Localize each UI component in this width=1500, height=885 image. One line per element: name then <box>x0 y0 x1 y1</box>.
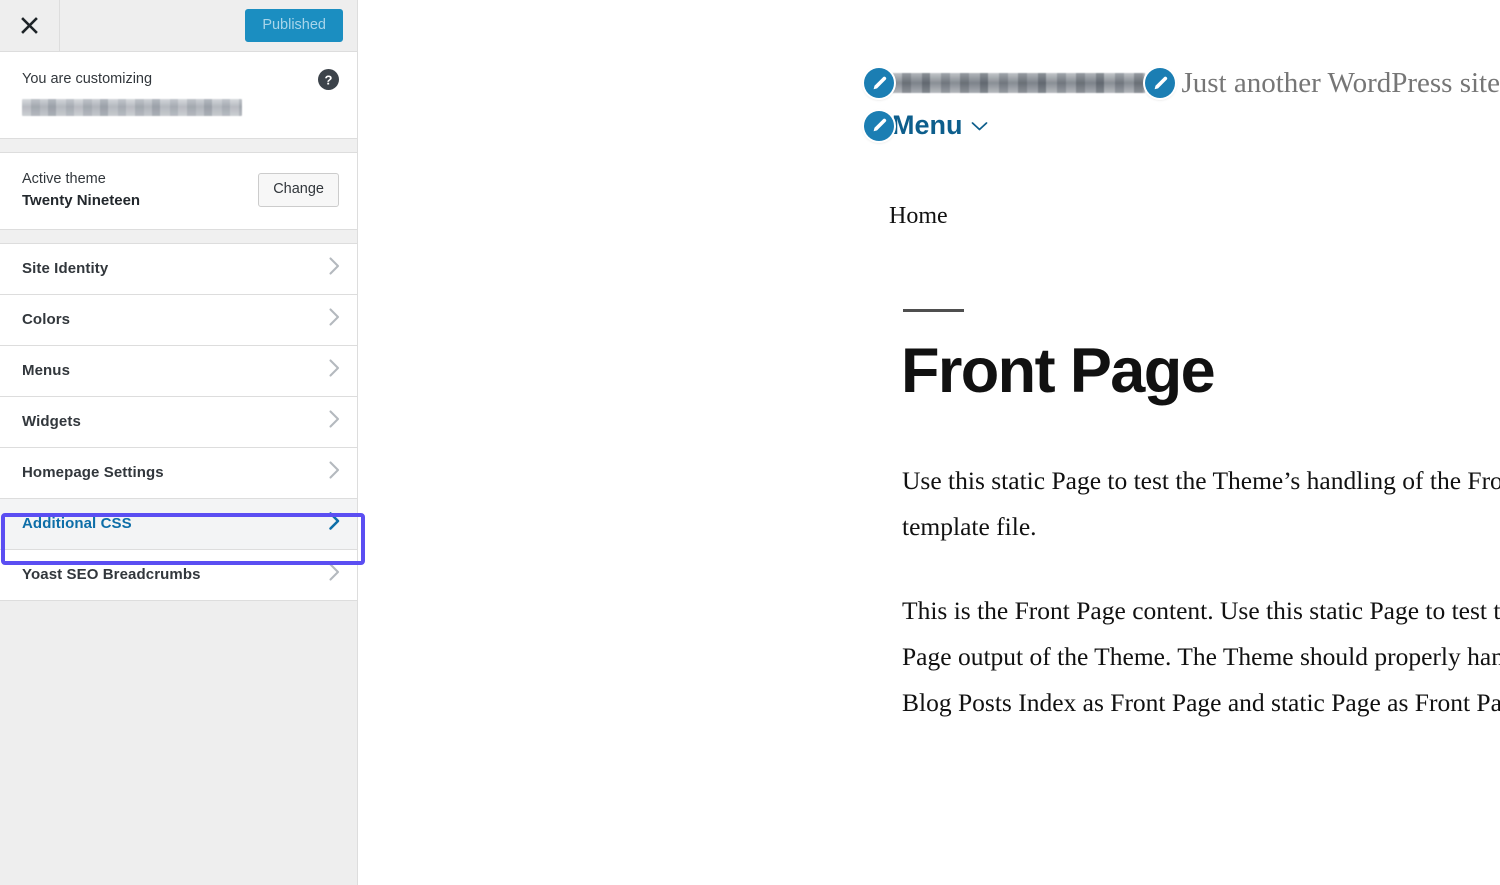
sidebar-item-menus[interactable]: Menus <box>0 346 357 397</box>
chevron-right-icon <box>328 511 341 536</box>
active-theme-section: Active theme Twenty Nineteen Change <box>0 153 357 230</box>
sidebar-item-label: Additional CSS <box>22 515 328 532</box>
entry-content: Use this static Page to test the Theme’s… <box>902 458 1500 726</box>
active-theme-label: Active theme <box>22 169 140 190</box>
sidebar-item-label: Widgets <box>22 413 328 430</box>
preview-site-header: Just another WordPress site Menu <box>358 0 1500 141</box>
menu-toggle-label[interactable]: Menu <box>892 110 963 141</box>
preview-entry: Home Front Page Use this static Page to … <box>358 141 1500 726</box>
redacted-site-title <box>22 99 242 116</box>
chevron-right-icon <box>328 358 341 383</box>
sidebar-item-label: Yoast SEO Breadcrumbs <box>22 566 328 583</box>
active-theme-text: Active theme Twenty Nineteen <box>22 169 140 212</box>
publish-button-wrap: Published <box>245 0 357 51</box>
entry-title-rule <box>903 309 964 312</box>
change-theme-button[interactable]: Change <box>258 173 339 207</box>
sidebar-item-site-identity[interactable]: Site Identity <box>0 244 357 295</box>
section-divider-2 <box>0 230 357 244</box>
close-icon <box>20 16 39 35</box>
chevron-right-icon <box>328 409 341 434</box>
sidebar-item-additional-css[interactable]: Additional CSS <box>0 499 357 550</box>
breadcrumb[interactable]: Home <box>889 203 1500 230</box>
redacted-preview-site-title <box>892 73 1145 93</box>
sidebar-item-label: Colors <box>22 311 328 328</box>
customizer-panel-list: Site Identity Colors Menus Widgets Homepage … <box>0 244 357 601</box>
sidebar-topbar: Published <box>0 0 357 52</box>
customizer-app: Published You are customizing ? Active t… <box>0 0 1500 885</box>
page-title: Front Page <box>901 338 1500 404</box>
active-theme-row: Active theme Twenty Nineteen Change <box>0 153 357 229</box>
sidebar-item-colors[interactable]: Colors <box>0 295 357 346</box>
site-branding-row: Just another WordPress site <box>864 62 1500 104</box>
topbar-spacer <box>60 0 245 51</box>
customizer-sidebar: Published You are customizing ? Active t… <box>0 0 358 885</box>
chevron-right-icon <box>328 562 341 587</box>
customizing-section: You are customizing ? <box>0 52 357 139</box>
customizing-label: You are customizing <box>22 70 337 89</box>
sidebar-item-homepage-settings[interactable]: Homepage Settings <box>0 448 357 499</box>
sidebar-empty-area <box>0 601 357 885</box>
close-customizer-button[interactable] <box>0 0 60 51</box>
chevron-right-icon <box>328 256 341 281</box>
sidebar-item-label: Site Identity <box>22 260 328 277</box>
active-theme-name: Twenty Nineteen <box>22 190 140 212</box>
sidebar-item-yoast-seo-breadcrumbs[interactable]: Yoast SEO Breadcrumbs <box>0 550 357 601</box>
site-menu-row: Menu <box>864 110 1500 141</box>
svg-text:?: ? <box>325 72 333 87</box>
edit-site-title-icon[interactable] <box>864 68 894 98</box>
sidebar-item-widgets[interactable]: Widgets <box>0 397 357 448</box>
help-icon[interactable]: ? <box>318 69 339 90</box>
edit-menu-icon[interactable] <box>864 111 894 141</box>
chevron-right-icon <box>328 307 341 332</box>
site-tagline: Just another WordPress site <box>1181 67 1500 100</box>
customizing-header: You are customizing ? <box>0 52 357 138</box>
site-preview: Just another WordPress site Menu Home <box>358 0 1500 885</box>
sidebar-item-label: Menus <box>22 362 328 379</box>
edit-tagline-icon[interactable] <box>1145 68 1175 98</box>
entry-paragraph: This is the Front Page content. Use this… <box>902 588 1500 726</box>
section-divider-1 <box>0 139 357 153</box>
chevron-right-icon <box>328 460 341 485</box>
entry-paragraph: Use this static Page to test the Theme’s… <box>902 458 1500 550</box>
chevron-down-icon[interactable] <box>971 119 988 137</box>
sidebar-item-label: Homepage Settings <box>22 464 328 481</box>
publish-button[interactable]: Published <box>245 9 343 43</box>
